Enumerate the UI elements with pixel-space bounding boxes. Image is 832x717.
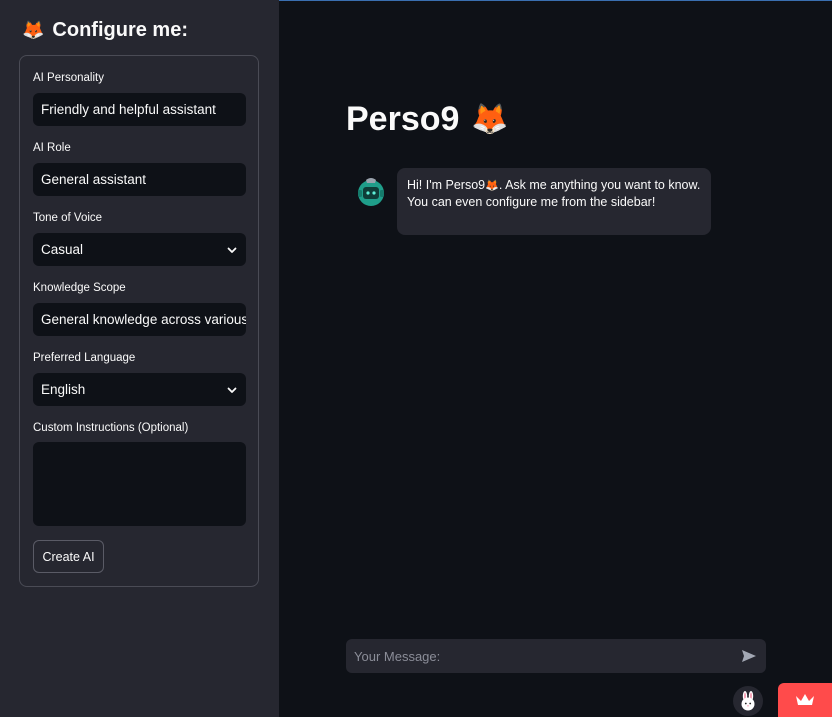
language-select[interactable]: English (33, 373, 246, 406)
robot-avatar-icon (358, 178, 384, 206)
chat-input[interactable]: Your Message: (346, 639, 766, 673)
crown-icon (796, 694, 814, 705)
tone-select-value: Casual (41, 242, 84, 257)
crown-button[interactable] (778, 683, 832, 717)
sidebar-title: 🦊 Configure me: (22, 19, 188, 42)
message-text-part1: Hi! I'm Perso9 (407, 178, 486, 192)
instructions-textarea[interactable] (33, 442, 246, 526)
role-label: AI Role (33, 142, 71, 154)
personality-label: AI Personality (33, 72, 104, 84)
fox-emoji-icon: 🦊 (22, 20, 45, 41)
tone-label: Tone of Voice (33, 212, 103, 224)
bunny-face-icon (741, 691, 755, 711)
chat-input-placeholder: Your Message: (354, 648, 441, 664)
bunny-icon[interactable] (733, 686, 763, 716)
assistant-message: Hi! I'm Perso9🦊. Ask me anything you wan… (397, 168, 711, 235)
sidebar-title-text: Configure me: (52, 19, 188, 41)
fox-emoji-icon: 🦊 (485, 179, 499, 192)
send-icon[interactable] (740, 647, 758, 665)
language-select-value: English (41, 382, 86, 397)
instructions-label: Custom Instructions (Optional) (33, 422, 189, 434)
create-ai-button[interactable]: Create AI (33, 540, 104, 573)
fox-emoji-icon: 🦊 (471, 102, 509, 137)
sidebar: 🦊 Configure me: AI Personality Friendly … (0, 0, 279, 717)
config-form: AI Personality Friendly and helpful assi… (19, 55, 259, 587)
page-title-text: Perso9 (346, 100, 460, 138)
page-title: Perso9 🦊 (346, 100, 509, 139)
tone-select[interactable]: Casual (33, 233, 246, 266)
scope-label: Knowledge Scope (33, 282, 126, 294)
scope-input[interactable]: General knowledge across various topics (33, 303, 246, 336)
language-label: Preferred Language (33, 352, 136, 364)
role-input[interactable]: General assistant (33, 163, 246, 196)
chevron-down-icon (227, 247, 237, 253)
personality-input[interactable]: Friendly and helpful assistant (33, 93, 246, 126)
chevron-down-icon (227, 387, 237, 393)
